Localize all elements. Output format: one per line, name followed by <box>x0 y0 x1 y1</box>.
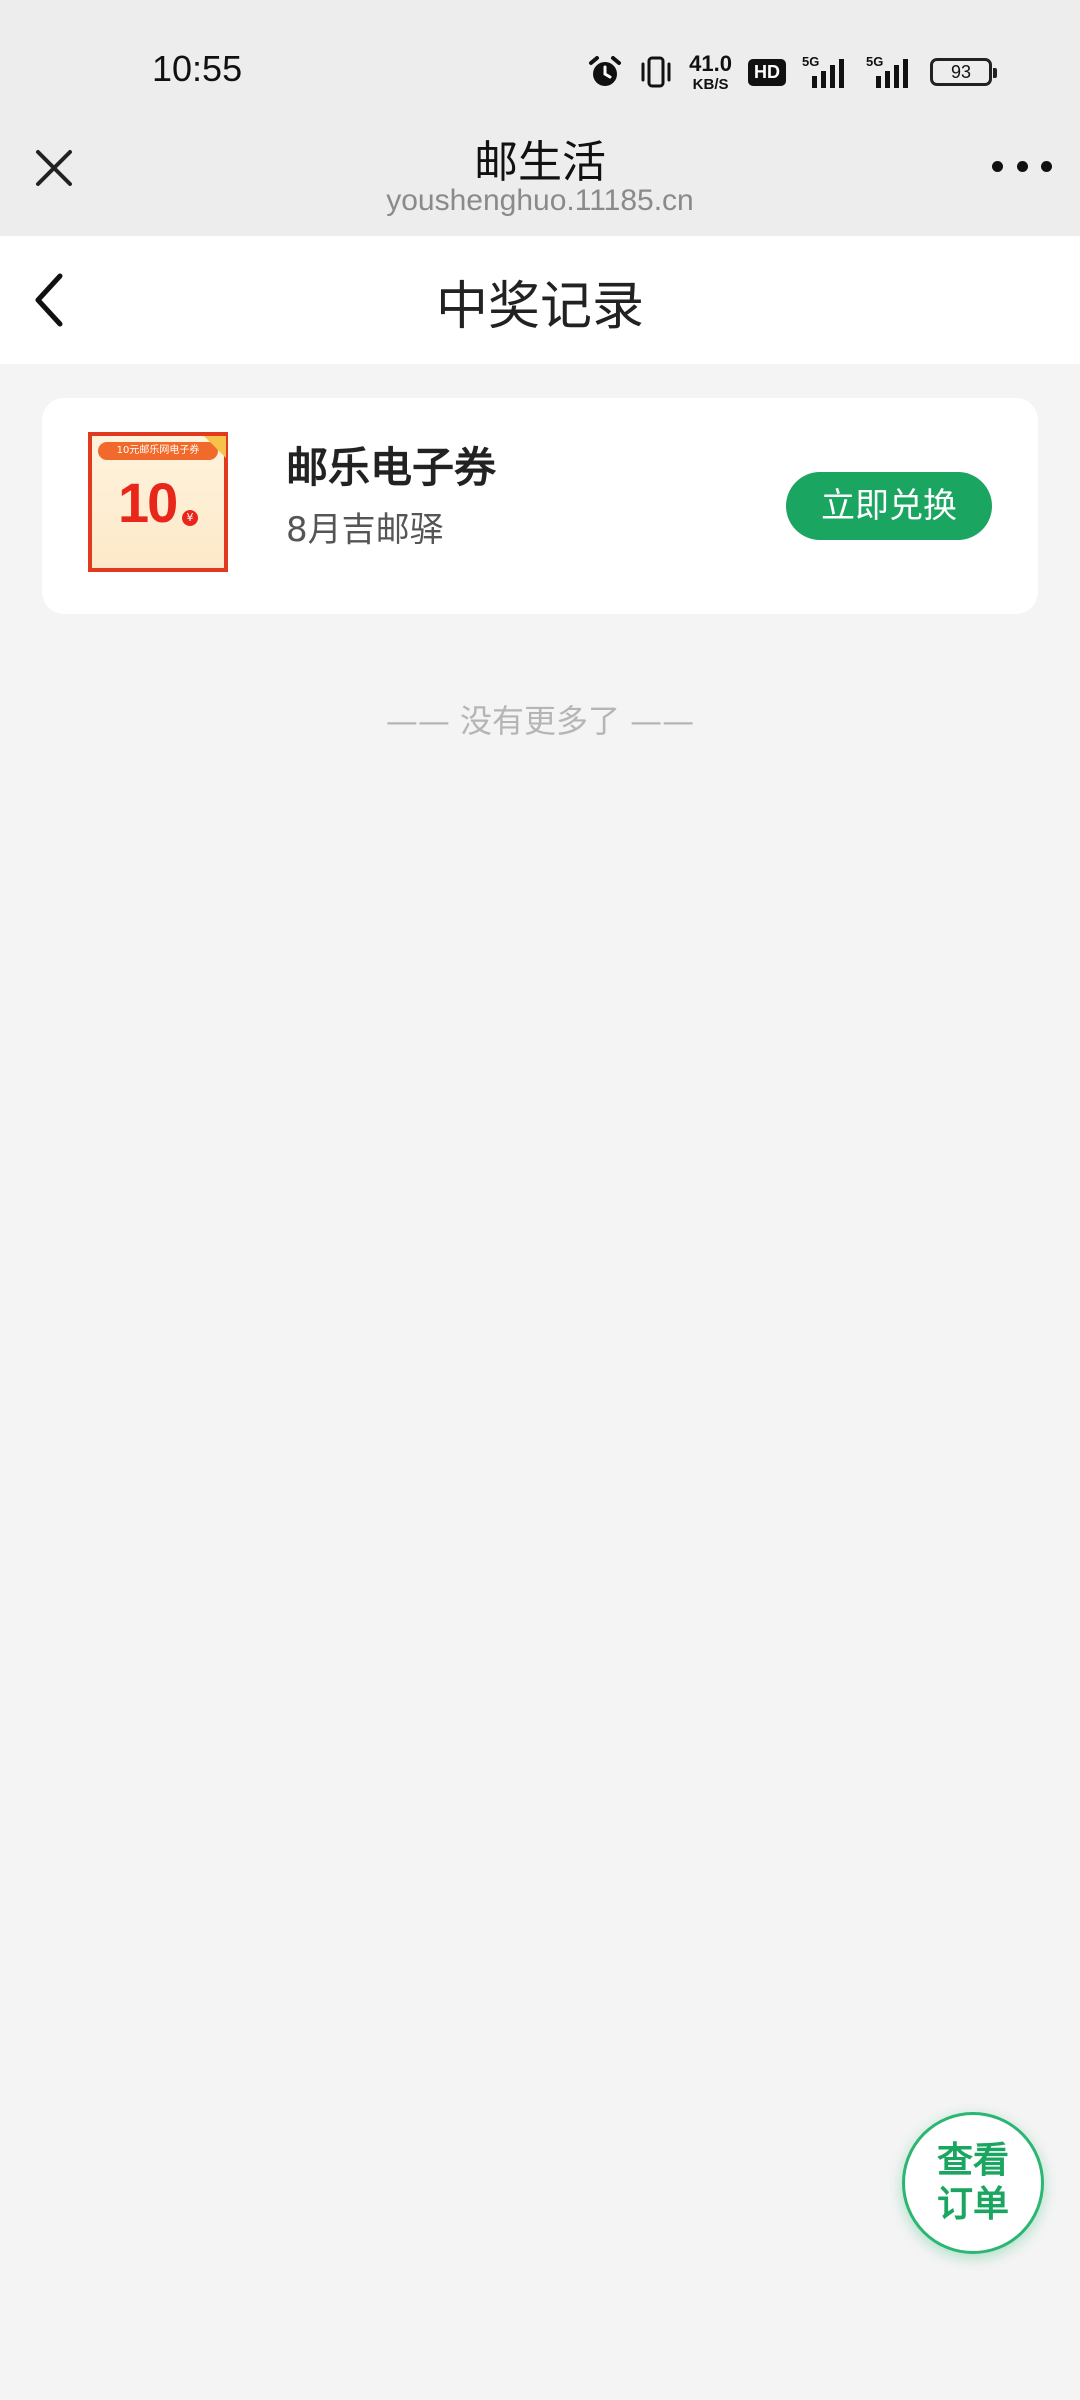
list-end-text: —— 没有更多了 —— <box>385 702 695 740</box>
page-nav-bar: 中奖记录 <box>0 236 1080 364</box>
view-orders-label: 查看订单 <box>936 2140 1009 2225</box>
signal-1-label: 5G <box>802 54 819 69</box>
coupon-image-inner: 10元邮乐网电子券 10 ¥ <box>92 436 226 568</box>
prize-card: 10元邮乐网电子券 10 ¥ 邮乐电子券 8月吉邮驿 立即兑换 <box>42 398 1038 614</box>
hd-icon: HD <box>748 58 786 86</box>
prize-name: 邮乐电子券 <box>286 443 497 492</box>
prize-source: 8月吉邮驿 <box>286 510 444 550</box>
browser-title: 邮生活 <box>474 137 606 188</box>
network-speed: 41.0 KB/S <box>689 50 732 93</box>
status-icons: 41.0 KB/S HD 5G 5G 93 <box>587 48 997 96</box>
browser-url: youshenghuo.11185.cn <box>386 184 694 217</box>
more-dot <box>1041 160 1052 172</box>
alarm-icon <box>589 56 622 86</box>
more-dot <box>1016 160 1028 172</box>
status-time: 10:55 <box>152 48 243 89</box>
battery-level: 93 <box>950 61 972 82</box>
view-orders-button[interactable]: 查看订单 <box>902 2112 1044 2254</box>
battery-icon: 93 <box>930 58 997 86</box>
network-speed-unit: KB/S <box>692 75 729 93</box>
coupon-image: 10元邮乐网电子券 10 ¥ <box>88 432 228 572</box>
coupon-value: 10 <box>118 471 178 534</box>
network-speed-value: 41.0 <box>689 50 732 76</box>
more-dot <box>992 160 1003 172</box>
coupon-currency: ¥ <box>182 510 198 526</box>
page-title: 中奖记录 <box>435 277 644 337</box>
signal-2-label: 5G <box>866 54 883 69</box>
redeem-button[interactable]: 立即兑换 <box>786 472 992 540</box>
browser-header: 邮生活 youshenghuo.11185.cn <box>0 120 1080 236</box>
signal-icon: 5G <box>802 54 844 88</box>
vibrate-icon <box>641 56 671 88</box>
more-icon[interactable] <box>992 146 1052 186</box>
signal-icon: 5G <box>866 54 908 88</box>
coupon-banner-text: 10元邮乐网电子券 <box>98 442 218 460</box>
status-bar: 10:55 41.0 KB/S HD 5G 5G 93 <box>0 0 1080 140</box>
